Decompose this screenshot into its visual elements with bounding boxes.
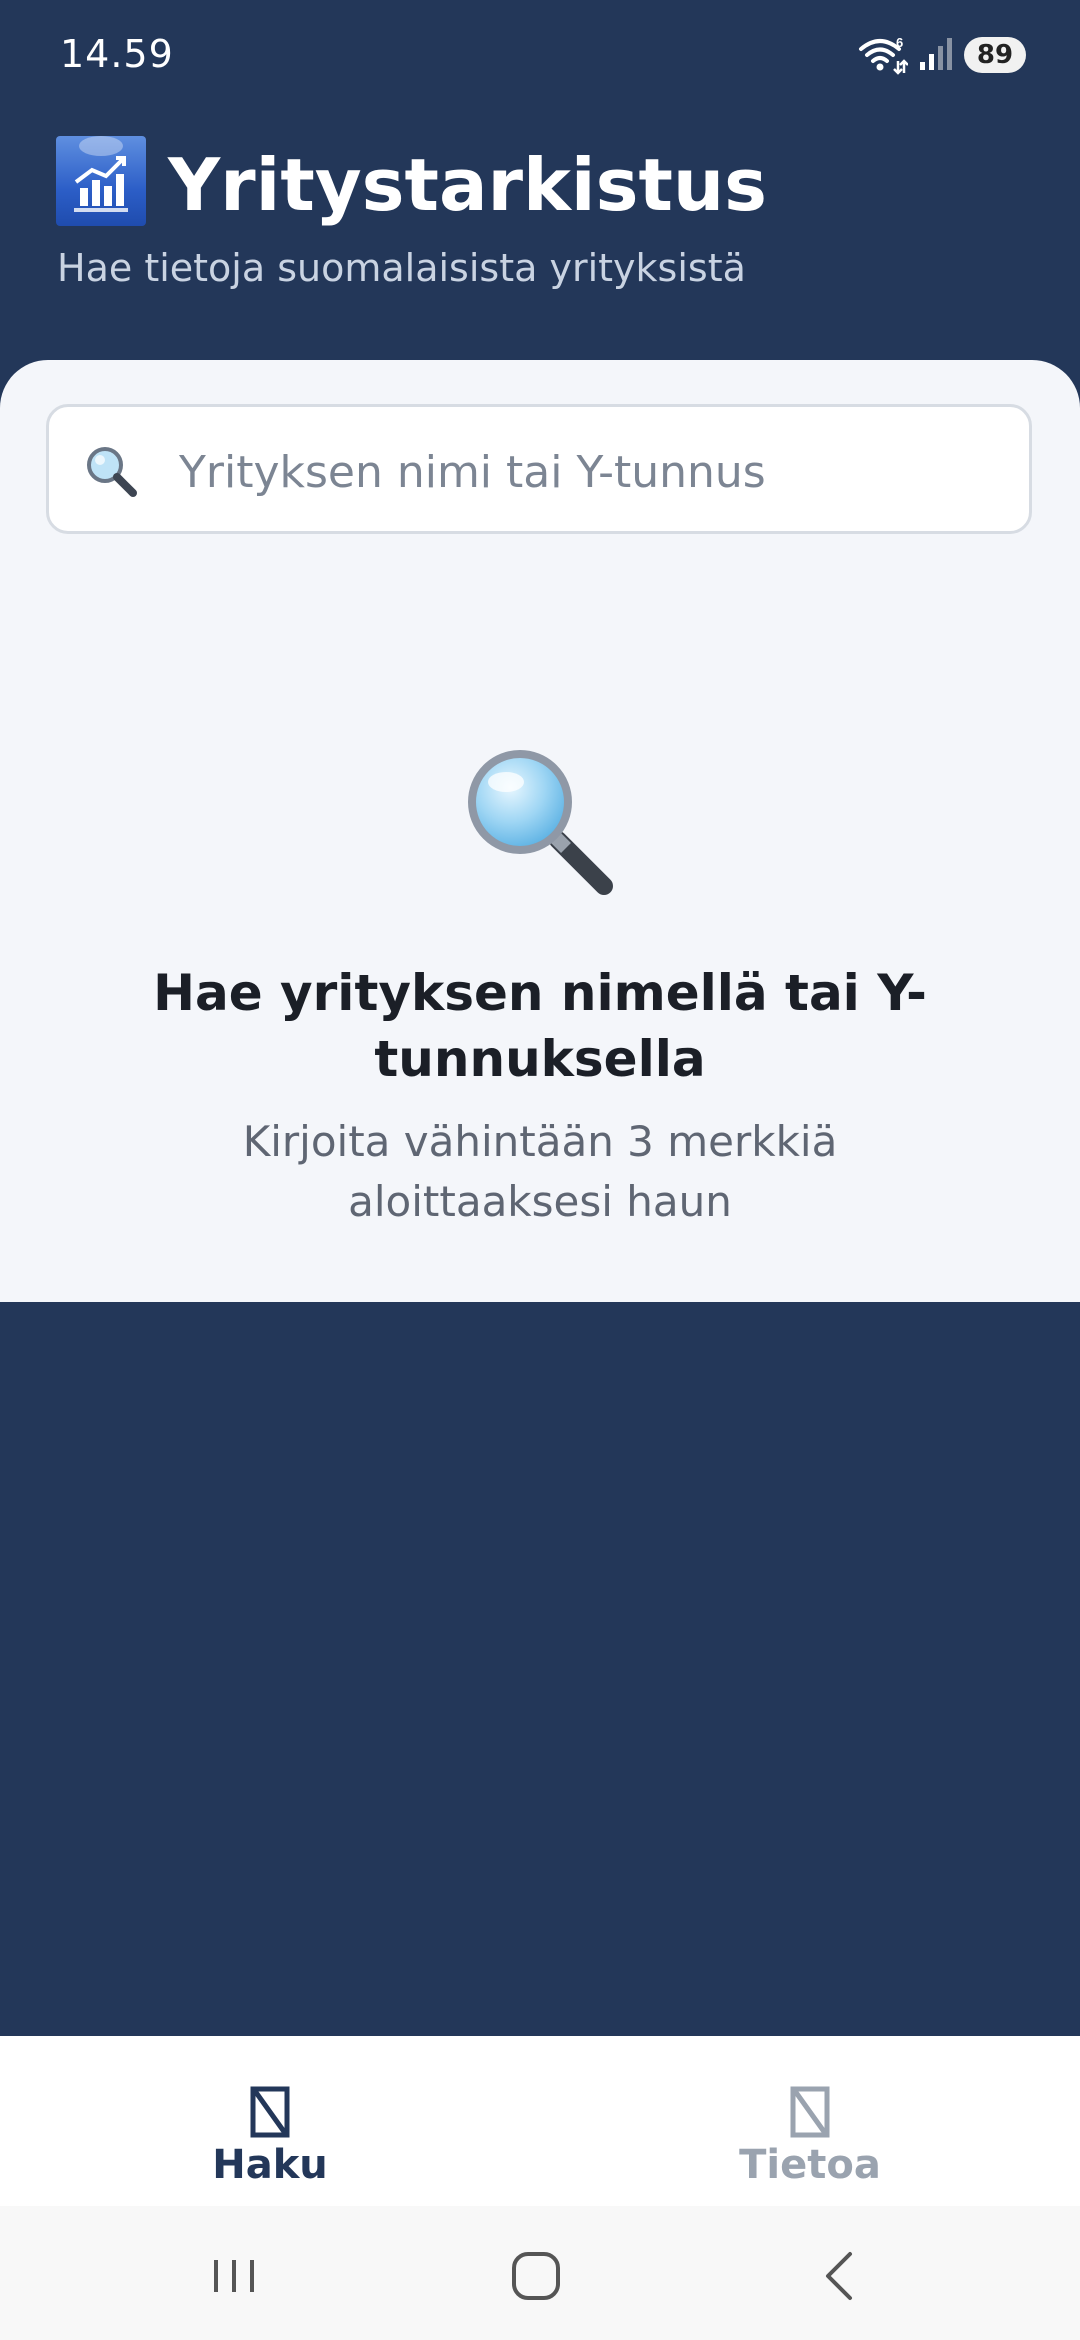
- wifi-badge: 6: [896, 35, 903, 50]
- tab-tietoa-label: Tietoa: [739, 2142, 881, 2188]
- tab-haku-label: Haku: [212, 2142, 328, 2188]
- system-navigation-bar: [0, 2206, 1080, 2340]
- battery-level: 89: [976, 40, 1014, 70]
- status-time: 14.59: [60, 32, 174, 76]
- empty-state-subtitle: Kirjoita vähintään 3 merkkiä aloittaakse…: [242, 1117, 838, 1226]
- tab-haku[interactable]: Haku: [0, 2036, 540, 2206]
- search-input[interactable]: [177, 431, 1001, 513]
- app-title: Yritystarkistus: [168, 143, 767, 227]
- search-box[interactable]: [46, 404, 1032, 534]
- magnifier-icon: [87, 447, 137, 497]
- bottom-tab-bar: Haku Tietoa: [0, 2036, 1080, 2206]
- missing-glyph-icon: [790, 2086, 830, 2138]
- bar-chart-growth-icon: [56, 136, 146, 226]
- app-header: Yritystarkistus Hae tietoja suomalaisist…: [0, 110, 1080, 360]
- wifi-icon: 6: [859, 35, 908, 75]
- app-subtitle: Hae tietoja suomalaisista yrityksistä: [57, 246, 746, 290]
- empty-state-title: Hae yrityksen nimellä tai Y-tunnuksella: [153, 964, 927, 1088]
- missing-glyph-icon: [250, 2086, 290, 2138]
- battery-indicator: 89: [964, 37, 1026, 73]
- recent-apps-icon[interactable]: [204, 2246, 264, 2306]
- status-bar: 14.59 6 89: [0, 0, 1080, 110]
- back-icon[interactable]: [810, 2246, 870, 2306]
- signal-icon: [920, 38, 952, 70]
- search-panel: Hae yrityksen nimellä tai Y-tunnuksella …: [0, 360, 1080, 1302]
- tab-tietoa[interactable]: Tietoa: [540, 2036, 1080, 2206]
- magnifying-glass-icon: [468, 750, 613, 895]
- home-icon[interactable]: [506, 2246, 566, 2306]
- app-screen: 14.59 6 89 Yritystarkistus Hae tietoja s…: [0, 0, 1080, 2340]
- status-icons: 6 89: [858, 34, 1026, 76]
